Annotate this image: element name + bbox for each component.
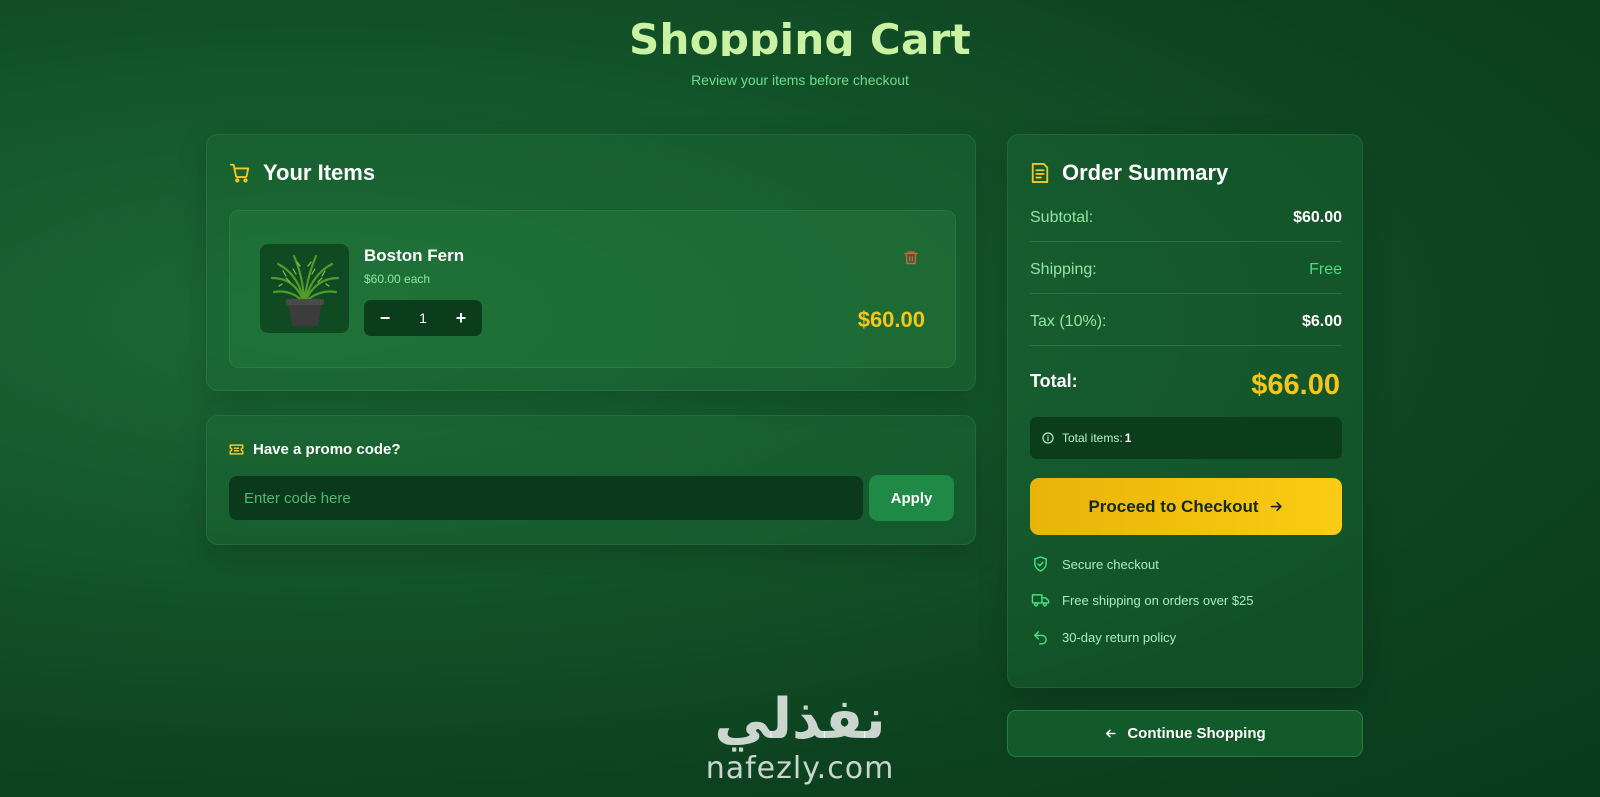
- summary-heading: Order Summary: [1030, 160, 1228, 186]
- feature-return-policy: 30-day return policy: [1030, 629, 1176, 646]
- shipping-label: Shipping:: [1030, 261, 1097, 278]
- items-count-box: Total items: 1: [1030, 417, 1342, 459]
- item-line-total: $60.00: [857, 307, 925, 332]
- total-label: Total:: [1030, 371, 1078, 391]
- cart-heading: Your Items: [229, 160, 375, 186]
- cart-icon: [229, 162, 251, 184]
- item-name: Boston Fern: [364, 246, 465, 265]
- cart-heading-label: Your Items: [263, 160, 376, 185]
- increase-quantity-button[interactable]: +: [452, 308, 470, 329]
- tax-row: Tax (10%): $6.00: [1030, 313, 1342, 331]
- shield-check-icon: [1030, 555, 1050, 573]
- continue-shopping-button[interactable]: Continue Shopping: [1007, 710, 1363, 757]
- items-count-value: 1: [1124, 431, 1132, 445]
- page-header: Shopping Cart Review your items before c…: [0, 0, 1600, 88]
- divider: [1030, 241, 1342, 242]
- total-value: $66.00: [1251, 369, 1340, 401]
- feature-text: Free shipping on orders over $25: [1062, 592, 1254, 608]
- divider: [1030, 345, 1342, 346]
- plant-image: [260, 244, 349, 333]
- receipt-icon: [1030, 162, 1050, 184]
- quantity-stepper: − 1 +: [364, 300, 482, 336]
- watermark-arabic: نفذلي: [714, 687, 886, 752]
- feature-text: Secure checkout: [1062, 556, 1159, 572]
- continue-shopping-label: Continue Shopping: [1127, 725, 1266, 742]
- promo-panel: Have a promo code? Apply: [206, 415, 976, 545]
- summary-heading-label: Order Summary: [1062, 160, 1229, 185]
- shipping-value: Free: [1309, 261, 1342, 278]
- checkout-label: Proceed to Checkout: [1088, 496, 1259, 516]
- item-unit-price: $60.00 each: [364, 272, 431, 286]
- tax-label: Tax (10%):: [1030, 313, 1107, 330]
- page-title: Shopping Cart: [629, 15, 971, 56]
- divider: [1030, 293, 1342, 294]
- quantity-value: 1: [419, 310, 427, 326]
- trash-icon[interactable]: [903, 249, 919, 271]
- promo-code-input[interactable]: [229, 476, 863, 520]
- truck-icon: [1030, 592, 1050, 608]
- watermark-latin: nafezly.com: [705, 751, 895, 786]
- info-icon: [1042, 432, 1054, 444]
- subtotal-value: $60.00: [1293, 209, 1342, 226]
- shipping-row: Shipping: Free: [1030, 261, 1342, 279]
- return-icon: [1030, 629, 1050, 646]
- feature-free-shipping: Free shipping on orders over $25: [1030, 592, 1254, 608]
- page-subtitle: Review your items before checkout: [691, 72, 909, 88]
- feature-text: 30-day return policy: [1062, 630, 1177, 645]
- tax-value: $6.00: [1301, 313, 1342, 330]
- items-count-label: Total items:: [1062, 431, 1123, 445]
- ticket-icon: [229, 443, 244, 456]
- checkout-button[interactable]: Proceed to Checkout: [1030, 478, 1342, 535]
- order-summary-panel: Order Summary Subtotal: $60.00 Shipping:…: [1007, 134, 1363, 688]
- decrease-quantity-button[interactable]: −: [376, 308, 394, 329]
- arrow-right-icon: [1269, 499, 1284, 514]
- cart-item: Boston Fern $60.00 each − 1 + $60.00: [229, 210, 956, 368]
- feature-secure-checkout: Secure checkout: [1030, 555, 1159, 573]
- promo-heading-label: Have a promo code?: [253, 441, 401, 458]
- cart-items-panel: Your Items Boston Fern $60.00 each − 1 +…: [206, 134, 976, 391]
- apply-button[interactable]: Apply: [869, 475, 954, 521]
- watermark-logo: نفذلي nafezly.com: [690, 688, 910, 786]
- arrow-left-icon: [1104, 727, 1117, 740]
- subtotal-row: Subtotal: $60.00: [1030, 209, 1342, 227]
- subtotal-label: Subtotal:: [1030, 209, 1094, 226]
- promo-heading: Have a promo code?: [229, 441, 401, 458]
